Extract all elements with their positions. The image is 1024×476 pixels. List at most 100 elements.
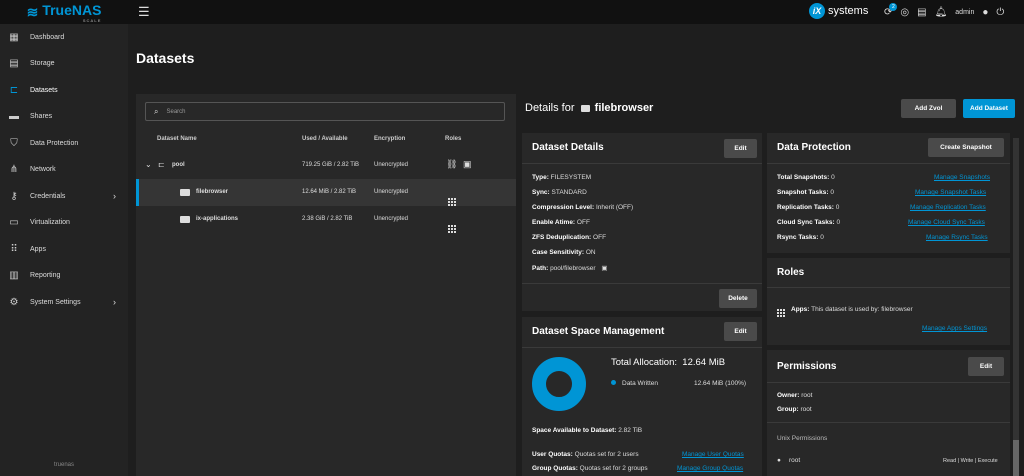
divider bbox=[767, 163, 1010, 164]
edit-button[interactable]: Edit bbox=[724, 139, 757, 158]
divider bbox=[522, 347, 762, 348]
edit-button[interactable]: Edit bbox=[724, 322, 757, 341]
network-icon: ⋔ bbox=[9, 164, 19, 176]
user-quotas-row: User Quotas: Quotas set for 2 users bbox=[532, 451, 639, 458]
folder-icon bbox=[180, 189, 195, 196]
manage-group-quotas-link[interactable]: Manage Group Quotas bbox=[677, 465, 743, 472]
truenas-logo[interactable]: ≋ TrueNAS SCALE bbox=[0, 0, 128, 24]
brand-name: TrueNAS bbox=[42, 1, 102, 18]
folder-icon bbox=[180, 216, 195, 223]
sidebar-item-storage[interactable]: ▤ Storage bbox=[0, 51, 128, 78]
sidebar-item-network[interactable]: ⋔ Network bbox=[0, 157, 128, 184]
details-title: Details for filebrowser bbox=[525, 102, 653, 114]
owner-row: Owner: root bbox=[777, 392, 813, 399]
chevron-right-icon: › bbox=[113, 191, 116, 202]
dataset-encryption: Unencrypted bbox=[374, 189, 409, 195]
sidebar-item-label: Reporting bbox=[30, 272, 61, 280]
add-dataset-button[interactable]: Add Dataset bbox=[963, 99, 1015, 118]
total-snapshots-row: Total Snapshots: 0 bbox=[777, 174, 835, 181]
divider bbox=[522, 283, 762, 284]
sidebar-item-dashboard[interactable]: ▦ Dashboard bbox=[0, 24, 128, 51]
sidebar-item-data-protection[interactable]: ⛉ Data Protection bbox=[0, 130, 128, 157]
sidebar-item-label: Dashboard bbox=[30, 33, 65, 41]
sidebar-item-credentials[interactable]: ⚷ Credentials › bbox=[0, 183, 128, 210]
sidebar-item-label: System Settings bbox=[30, 298, 81, 306]
dataset-details-card: Dataset Details Edit Type: FILESYSTEM Sy… bbox=[522, 133, 762, 311]
sidebar-item-datasets[interactable]: ⊏ Datasets bbox=[0, 77, 128, 104]
card-title: Dataset Details bbox=[532, 142, 604, 153]
dashboard-icon: ▦ bbox=[9, 31, 19, 43]
brand-edition: SCALE bbox=[82, 17, 102, 23]
divider bbox=[767, 382, 1010, 383]
manage-cloud-sync-tasks-link[interactable]: Manage Cloud Sync Tasks bbox=[908, 219, 985, 226]
scrollbar-thumb[interactable] bbox=[1013, 440, 1019, 476]
create-snapshot-button[interactable]: Create Snapshot bbox=[928, 138, 1004, 157]
bell-icon[interactable]: 🔔︎ bbox=[935, 7, 948, 18]
group-quotas-row: Group Quotas: Quotas set for 2 groups bbox=[532, 465, 648, 472]
manage-snapshots-link[interactable]: Manage Snapshots bbox=[934, 174, 990, 181]
jobs-icon[interactable]: ⟳ 2 bbox=[884, 2, 898, 18]
manage-apps-settings-link[interactable]: Manage Apps Settings bbox=[922, 325, 987, 332]
table-header: Dataset Name Used / Available Encryption… bbox=[136, 136, 516, 148]
sidebar-item-label: Credentials bbox=[30, 192, 66, 200]
shares-icon: ▬ bbox=[9, 111, 19, 123]
dataset-encryption: Unencrypted bbox=[374, 216, 409, 222]
reporting-icon: ▥ bbox=[9, 270, 19, 282]
sidebar-item-shares[interactable]: ▬ Shares bbox=[0, 104, 128, 131]
add-zvol-button[interactable]: Add Zvol bbox=[901, 99, 956, 118]
table-row[interactable]: filebrowser 12.64 MiB / 2.82 TiB Unencry… bbox=[136, 179, 516, 206]
donut-segment-data-written bbox=[532, 357, 586, 411]
apps-icon bbox=[777, 309, 785, 317]
sidebar-item-label: Apps bbox=[30, 245, 46, 253]
scrollbar[interactable] bbox=[1013, 138, 1019, 476]
dataset-used: 12.64 MiB / 2.82 TiB bbox=[302, 189, 357, 195]
clipboard-icon[interactable]: ▤ bbox=[917, 7, 926, 18]
replication-tasks-row: Replication Tasks: 0 bbox=[777, 204, 840, 211]
storage-icon: ▤ bbox=[9, 58, 19, 70]
manage-rsync-tasks-link[interactable]: Manage Rsync Tasks bbox=[926, 234, 988, 241]
sidebar-item-apps[interactable]: ⠿ Apps bbox=[0, 236, 128, 263]
gear-icon: ⚙ bbox=[9, 296, 19, 308]
group-row: Group: root bbox=[777, 406, 812, 413]
rsync-tasks-row: Rsync Tasks: 0 bbox=[777, 234, 824, 241]
dataset-tree-panel: ⌕ Search Dataset Name Used / Available E… bbox=[136, 94, 516, 476]
manage-user-quotas-link[interactable]: Manage User Quotas bbox=[682, 451, 744, 458]
ixsystems-logo[interactable]: iX systems bbox=[809, 3, 868, 19]
roles-card: Roles Apps: This dataset is used by: fil… bbox=[767, 258, 1010, 345]
dataset-name: filebrowser bbox=[196, 189, 229, 195]
sidebar-item-label: Virtualization bbox=[30, 219, 70, 227]
unix-permissions-label: Unix Permissions bbox=[777, 435, 828, 442]
search-icon: ⌕ bbox=[154, 106, 159, 116]
permission-entry: ● root bbox=[777, 457, 801, 464]
menu-icon[interactable]: ☰ bbox=[138, 4, 150, 20]
search-input[interactable]: ⌕ Search bbox=[145, 102, 505, 121]
vendor-name: systems bbox=[828, 5, 869, 17]
account-icon[interactable]: ● bbox=[982, 7, 988, 18]
sidebar-item-label: Storage bbox=[30, 60, 55, 68]
power-icon[interactable]: ⏻ bbox=[996, 7, 1004, 18]
table-row[interactable]: ⌄ ⊏ pool 719.25 GiB / 2.82 TiB Unencrypt… bbox=[136, 152, 516, 179]
truecommand-icon[interactable]: ◎ bbox=[900, 7, 909, 18]
compression-row: Compression Level: Inherit (OFF) bbox=[532, 204, 634, 211]
username[interactable]: admin bbox=[955, 9, 974, 16]
sidebar-item-label: Network bbox=[30, 166, 56, 174]
legend-dot bbox=[611, 380, 616, 385]
manage-replication-tasks-link[interactable]: Manage Replication Tasks bbox=[910, 204, 986, 211]
manage-snapshot-tasks-link[interactable]: Manage Snapshot Tasks bbox=[915, 189, 986, 196]
details-dataset-name: filebrowser bbox=[594, 102, 654, 114]
apps-icon: ⠿ bbox=[10, 243, 18, 255]
dataset-name: ix-applications bbox=[196, 216, 239, 222]
sidebar-item-label: Datasets bbox=[30, 86, 58, 94]
delete-button[interactable]: Delete bbox=[719, 289, 757, 308]
sidebar-item-virtualization[interactable]: ▭ Virtualization bbox=[0, 210, 128, 237]
sidebar-item-reporting[interactable]: ▥ Reporting bbox=[0, 263, 128, 290]
edit-button[interactable]: Edit bbox=[968, 357, 1004, 376]
dataset-encryption: Unencrypted bbox=[374, 162, 409, 168]
sidebar-item-system-settings[interactable]: ⚙ System Settings › bbox=[0, 289, 128, 316]
copy-icon[interactable]: ▣ bbox=[601, 265, 607, 272]
ix-mark: iX bbox=[809, 3, 825, 19]
table-row[interactable]: ix-applications 2.38 GiB / 2.82 TiB Unen… bbox=[136, 206, 516, 233]
hostname: truenas bbox=[53, 462, 74, 468]
cloud-sync-tasks-row: Cloud Sync Tasks: 0 bbox=[777, 219, 841, 226]
chevron-down-icon[interactable]: ⌄ bbox=[145, 160, 152, 169]
